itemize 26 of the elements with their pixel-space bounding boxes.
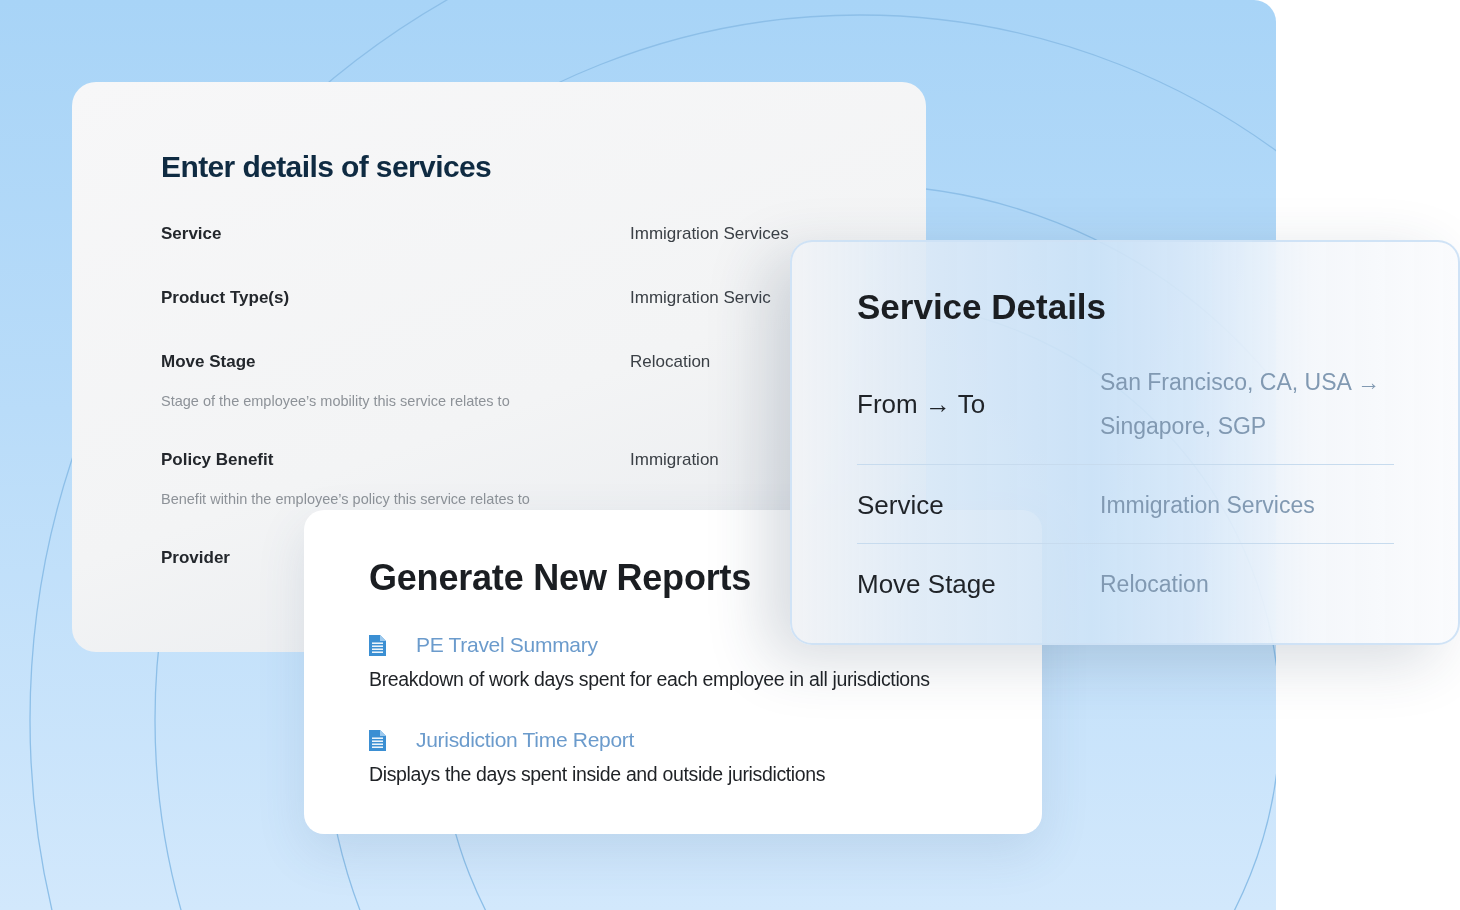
field-value: Immigration Servic [630, 289, 771, 307]
field-value: Immigration Services [630, 225, 789, 243]
details-title: Service Details [857, 286, 1107, 328]
field-value: Immigration [630, 451, 719, 469]
report-link[interactable]: PE Travel Summary [416, 632, 598, 658]
field-label: Service [161, 224, 222, 244]
field-label: Provider [161, 548, 230, 568]
detail-value: San Francisco, CA, USA → Singapore, SGP [1100, 368, 1381, 441]
document-icon [369, 729, 386, 751]
field-description: Stage of the employee’s mobility this service relates to [161, 393, 510, 409]
reports-title: Generate New Reports [369, 556, 752, 600]
detail-value: Immigration Services [1100, 491, 1315, 520]
field-value: Relocation [630, 353, 711, 371]
detail-value: Relocation [1100, 570, 1209, 599]
field-label: Move Stage [161, 352, 256, 372]
document-icon [369, 634, 386, 656]
report-description: Displays the days spent inside and outside jurisdictions [369, 762, 826, 787]
detail-label: Service [857, 489, 944, 522]
form-title: Enter details of services [161, 149, 492, 185]
report-description: Breakdown of work days spent for each employee in all jurisdictions [369, 667, 930, 692]
field-label: Policy Benefit [161, 450, 274, 470]
report-link[interactable]: Jurisdiction Time Report [416, 727, 635, 753]
field-label: Product Type(s) [161, 288, 290, 308]
field-description: Benefit within the employee’s policy this service relates to [161, 491, 530, 507]
detail-label: Move Stage [857, 568, 996, 601]
detail-label: From → To [857, 388, 986, 421]
